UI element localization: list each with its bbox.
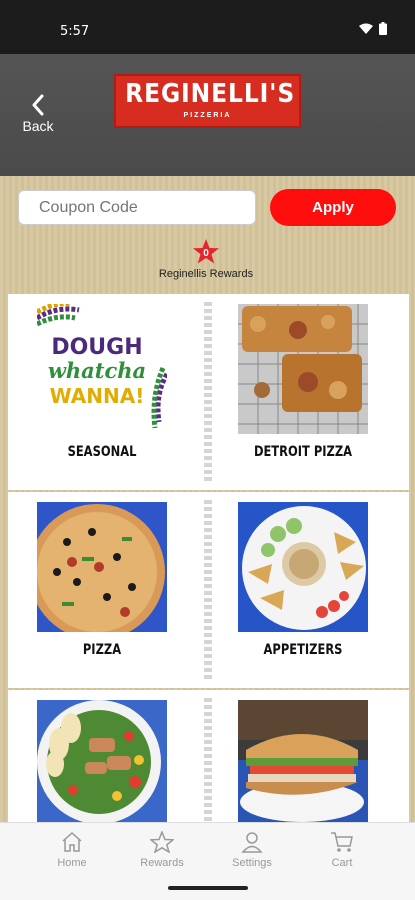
mardi-gras-beads: DOUGH whatcha WANNA! — [37, 304, 167, 429]
tab-settings[interactable]: Settings — [212, 831, 292, 869]
bottom-tab-bar: Home Rewards Settings Cart — [0, 822, 415, 880]
logo-main-text: REGINELLI'S — [125, 79, 296, 109]
category-label: PIZZA — [82, 642, 122, 658]
appetizers-image — [238, 502, 368, 632]
category-label: DETROIT PIZZA — [253, 444, 353, 460]
category-grid: DOUGH whatcha WANNA! SEASONAL DETROIT PI… — [8, 294, 409, 822]
seasonal-image: DOUGH whatcha WANNA! — [37, 304, 167, 434]
back-button[interactable]: Back — [18, 94, 58, 134]
back-label: Back — [22, 118, 54, 134]
category-detroit-pizza[interactable]: DETROIT PIZZA — [238, 304, 368, 460]
tab-home[interactable]: Home — [32, 831, 112, 869]
detroit-pizza-image — [238, 304, 368, 434]
rewards-label: Reginellis Rewards — [158, 268, 254, 280]
battery-icon — [379, 22, 387, 35]
star-icon: 0 — [193, 239, 219, 264]
wifi-icon — [359, 23, 373, 34]
sandwich-image — [238, 700, 368, 822]
seasonal-line-1: DOUGH — [51, 335, 142, 360]
home-indicator[interactable] — [168, 886, 248, 890]
tab-rewards[interactable]: Rewards — [122, 831, 202, 869]
main-content[interactable]: Apply 0 Reginellis Rewards — [0, 176, 415, 822]
detroit-pizza-photo — [238, 304, 368, 434]
chevron-left-icon — [32, 94, 44, 116]
tab-settings-label: Settings — [232, 857, 272, 869]
appetizers-photo — [242, 506, 366, 630]
sandwich-photo — [238, 700, 368, 822]
tab-rewards-label: Rewards — [140, 857, 184, 869]
apply-coupon-button[interactable]: Apply — [270, 189, 396, 226]
salad-photo — [37, 700, 161, 822]
seasonal-line-2: whatcha — [48, 358, 146, 383]
category-salads[interactable] — [37, 700, 167, 822]
reginellis-logo: REGINELLI'S PIZZERIA — [114, 74, 301, 128]
tab-home-label: Home — [57, 857, 87, 869]
dotted-divider — [204, 302, 212, 482]
gesture-bar — [0, 880, 415, 900]
seasonal-line-3: WANNA! — [50, 384, 145, 408]
pizza-photo — [37, 504, 165, 632]
logo-sub-text: PIZZERIA — [183, 112, 232, 119]
home-icon — [62, 831, 82, 852]
star-outline-icon — [150, 831, 174, 853]
category-label: APPETIZERS — [263, 642, 343, 658]
category-pizza[interactable]: PIZZA — [37, 502, 167, 658]
category-appetizers[interactable]: APPETIZERS — [238, 502, 368, 658]
coupon-code-input[interactable] — [18, 190, 256, 225]
dotted-divider — [204, 500, 212, 680]
tab-cart[interactable]: Cart — [302, 831, 382, 869]
status-icons — [359, 22, 387, 35]
category-row: DOUGH whatcha WANNA! SEASONAL DETROIT PI… — [8, 294, 409, 490]
app-header: Back REGINELLI'S PIZZERIA — [0, 54, 415, 176]
cart-icon — [331, 832, 353, 852]
status-time: 5:57 — [60, 24, 90, 39]
status-bar: 5:57 — [0, 0, 415, 54]
pizza-image — [37, 502, 167, 632]
category-sandwiches[interactable] — [238, 700, 368, 822]
salad-image — [37, 700, 167, 822]
rewards-count: 0 — [203, 248, 209, 259]
category-row: PIZZA APPETIZERS — [8, 492, 409, 688]
category-seasonal[interactable]: DOUGH whatcha WANNA! SEASONAL — [37, 304, 167, 460]
dotted-divider — [204, 698, 212, 822]
rewards-badge[interactable]: 0 Reginellis Rewards — [150, 238, 262, 280]
tab-cart-label: Cart — [331, 857, 353, 869]
category-label: SEASONAL — [67, 444, 137, 460]
category-row — [8, 690, 409, 822]
user-icon — [241, 832, 263, 853]
